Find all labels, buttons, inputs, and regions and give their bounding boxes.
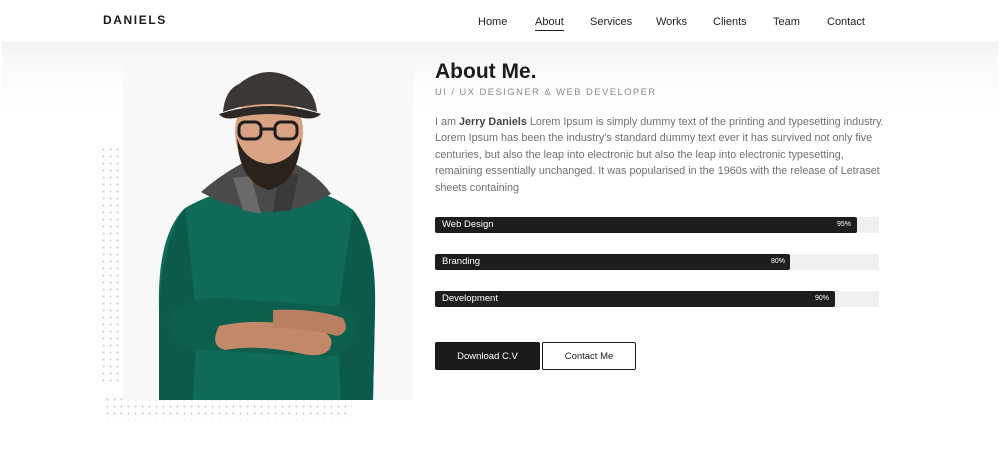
bio-prefix: I am: [435, 116, 459, 128]
skill-name: Web Design: [442, 219, 494, 230]
skill-bar-web-design: Web Design 95%: [435, 217, 879, 233]
contact-me-button[interactable]: Contact Me: [542, 342, 636, 370]
nav-item-team[interactable]: Team: [773, 16, 800, 28]
about-title: About Me.: [435, 60, 537, 83]
skill-bar-development: Development 90%: [435, 291, 879, 307]
nav-item-about[interactable]: About: [535, 16, 564, 31]
top-navbar: DANIELS Home About Services Works Client…: [0, 0, 1000, 42]
nav-item-contact[interactable]: Contact: [827, 16, 865, 28]
dot-pattern-left: [100, 146, 124, 382]
skill-percent: 80%: [770, 258, 785, 265]
nav-menu: Home About Services Works Clients Team C…: [0, 16, 1000, 31]
skill-name: Branding: [442, 256, 481, 267]
person-portrait-icon: [158, 72, 376, 400]
bio-name: Jerry Daniels: [459, 116, 527, 128]
profile-photo: [123, 60, 414, 400]
about-bio: I am Jerry Daniels Lorem Ipsum is simply…: [435, 114, 885, 196]
nav-item-works[interactable]: Works: [656, 16, 687, 28]
nav-item-home[interactable]: Home: [478, 16, 507, 28]
skill-name: Development: [442, 293, 498, 304]
skill-fill: [435, 217, 857, 233]
nav-item-clients[interactable]: Clients: [713, 16, 747, 28]
nav-item-services[interactable]: Services: [590, 16, 632, 28]
download-cv-button[interactable]: Download C.V: [435, 342, 540, 370]
skill-percent: 90%: [814, 295, 829, 302]
skill-fill: [435, 254, 790, 270]
skill-percent: 95%: [836, 221, 851, 228]
about-subtitle: UI / UX DESIGNER & WEB DEVELOPER: [435, 87, 657, 98]
skill-bar-branding: Branding 80%: [435, 254, 879, 270]
